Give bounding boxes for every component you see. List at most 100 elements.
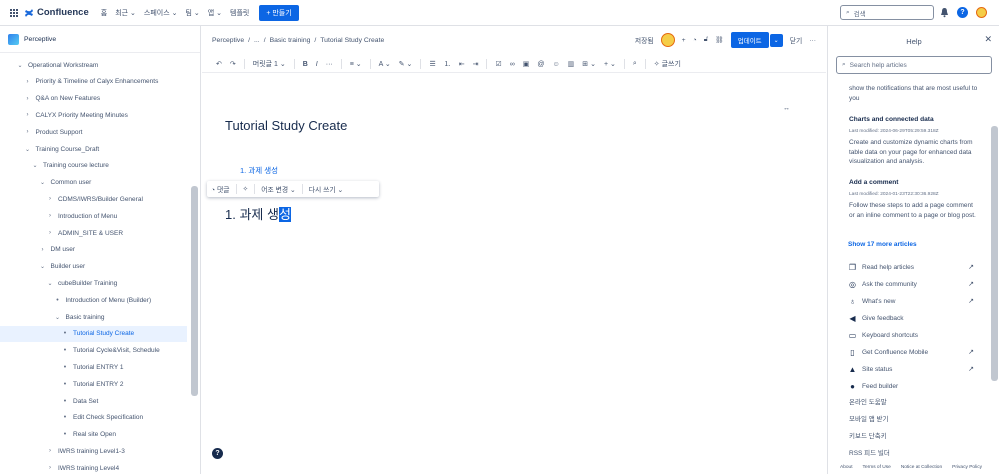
- page-title[interactable]: Tutorial Study Create: [225, 118, 347, 133]
- comment-button[interactable]: ◔ 댓글: [211, 184, 230, 194]
- help-link-item[interactable]: ● Feed builder: [848, 380, 974, 392]
- help-fab-icon[interactable]: ?: [212, 448, 223, 459]
- tree-item[interactable]: • Real site Open: [0, 427, 187, 443]
- close-button[interactable]: 닫기: [790, 35, 803, 45]
- emoji-icon[interactable]: ☺: [552, 61, 559, 68]
- keyboard-shortcuts-link[interactable]: 키보드 단축키: [849, 430, 887, 440]
- tree-item[interactable]: › IWRS training Level4: [0, 460, 187, 474]
- article-title[interactable]: Charts and connected data: [849, 115, 979, 125]
- chevron-right-icon[interactable]: ›: [24, 96, 32, 102]
- highlight-icon[interactable]: ✎ ⌄: [399, 60, 413, 68]
- tree-item[interactable]: • Edit Check Specification: [0, 410, 187, 426]
- update-button[interactable]: 업데이트: [730, 32, 769, 48]
- chevron-down-icon[interactable]: ⌄: [39, 179, 47, 186]
- nav-home[interactable]: 홈: [101, 8, 107, 18]
- image-icon[interactable]: ▣: [523, 60, 530, 68]
- show-more-articles-link[interactable]: Show 17 more articles: [848, 240, 978, 250]
- bold-icon[interactable]: B: [303, 61, 308, 68]
- mobile-app-link[interactable]: 모바일 앱 받기: [849, 413, 889, 423]
- link-insert-icon[interactable]: ∞: [510, 61, 515, 68]
- footer-link[interactable]: Notice at Collection: [901, 465, 942, 470]
- help-search-input[interactable]: ⌕ Search help articles: [836, 56, 992, 74]
- table-icon[interactable]: ⊞ ⌄: [582, 60, 596, 68]
- text-style-select[interactable]: 머릿글 1 ⌄: [253, 59, 286, 69]
- footer-link[interactable]: Terms of Use: [863, 465, 891, 470]
- tree-item[interactable]: • Tutorial ENTRY 1: [0, 359, 187, 375]
- italic-icon[interactable]: I: [316, 61, 318, 68]
- find-icon[interactable]: ⌕: [633, 60, 637, 68]
- nav-spaces[interactable]: 스페이스 ⌄: [144, 8, 178, 18]
- chevron-right-icon[interactable]: ›: [24, 79, 32, 85]
- more-actions-icon[interactable]: ···: [809, 37, 816, 44]
- rewrite-button[interactable]: 다시 쓰기 ⌄: [309, 184, 344, 194]
- bullet-list-icon[interactable]: ☰: [429, 60, 435, 68]
- restrictions-icon[interactable]: 🔓︎: [704, 36, 708, 44]
- nav-recent[interactable]: 최근 ⌄: [115, 8, 136, 18]
- tree-item[interactable]: ⌄ Builder user: [0, 259, 187, 275]
- chevron-right-icon[interactable]: ›: [46, 448, 54, 454]
- space-header[interactable]: Perceptive: [0, 26, 200, 53]
- tree-item[interactable]: › Priority & Timeline of Calyx Enhancemen…: [0, 74, 187, 90]
- page-content[interactable]: ↔ Tutorial Study Create 1. 과제 생성 ◔ 댓글 ✧ …: [202, 74, 826, 474]
- tree-item[interactable]: › Product Support: [0, 124, 187, 140]
- more-formatting-icon[interactable]: ···: [326, 61, 333, 68]
- link-icon[interactable]: ⛓︎: [715, 36, 724, 44]
- tree-item[interactable]: › Q&A on New Features: [0, 91, 187, 107]
- update-dropdown-icon[interactable]: ⌄: [769, 33, 783, 47]
- user-avatar[interactable]: [976, 7, 987, 18]
- nav-teams[interactable]: 팀 ⌄: [185, 8, 199, 18]
- tree-item[interactable]: • Introduction of Menu (Builder): [0, 292, 187, 308]
- online-help-link[interactable]: 온라인 도움말: [849, 396, 887, 406]
- tree-item[interactable]: ⌄ Common user: [0, 175, 187, 191]
- nav-templates[interactable]: 템플릿: [230, 8, 249, 18]
- breadcrumb-item[interactable]: Basic training: [270, 37, 311, 44]
- task-icon[interactable]: ☑: [495, 60, 501, 68]
- ai-write-button[interactable]: ✧ 글쓰기: [654, 59, 681, 69]
- footer-link[interactable]: Privacy Policy: [952, 465, 982, 470]
- indent-icon[interactable]: ⇥: [473, 60, 479, 68]
- footer-link[interactable]: About: [840, 465, 853, 470]
- outdent-icon[interactable]: ⇤: [459, 60, 465, 68]
- tree-item[interactable]: ⌄ Basic training: [0, 309, 187, 325]
- chevron-down-icon[interactable]: ⌄: [46, 280, 54, 287]
- breadcrumb-item[interactable]: Tutorial Study Create: [320, 37, 384, 44]
- tree-item[interactable]: ⌄ Operational Workstream: [0, 57, 187, 73]
- chevron-right-icon[interactable]: ›: [46, 213, 54, 219]
- tone-change-button[interactable]: 어조 변경 ⌄: [261, 184, 296, 194]
- global-search-input[interactable]: ⌕ 검색: [840, 5, 934, 20]
- insert-more-icon[interactable]: + ⌄: [604, 60, 616, 68]
- tree-item[interactable]: › DM user: [0, 242, 187, 258]
- tree-item[interactable]: ⌄ Training Course_Draft: [0, 141, 187, 157]
- sidebar-scrollbar[interactable]: [191, 186, 198, 396]
- tree-item[interactable]: • Data Set: [0, 393, 187, 409]
- tree-item[interactable]: • Tutorial Cycle&Visit, Schedule: [0, 343, 187, 359]
- help-link-item[interactable]: ▲ Site status ↗: [848, 363, 974, 375]
- tree-item[interactable]: › CALYX Priority Meeting Minutes: [0, 107, 187, 123]
- expand-width-icon[interactable]: ↔: [783, 105, 790, 112]
- comment-icon[interactable]: ◔: [693, 37, 697, 44]
- help-link-item[interactable]: ▭ Keyboard shortcuts: [848, 329, 974, 341]
- help-icon[interactable]: ?: [957, 7, 968, 18]
- help-link-item[interactable]: ◀ Give feedback: [848, 312, 974, 324]
- confluence-logo[interactable]: Confluence: [24, 7, 89, 18]
- help-link-item[interactable]: ◎ Ask the community ↗: [848, 278, 974, 290]
- help-link-item[interactable]: ❐ Read help articles ↗: [848, 261, 974, 273]
- app-switcher-icon[interactable]: [10, 8, 18, 17]
- invite-plus-icon[interactable]: +: [682, 37, 686, 44]
- notifications-icon[interactable]: [939, 7, 950, 18]
- help-link-item[interactable]: ♁ What's new ↗: [848, 295, 975, 307]
- close-icon[interactable]: ✕: [984, 34, 992, 45]
- tree-item-selected[interactable]: • Tutorial Study Create: [0, 325, 187, 342]
- align-icon[interactable]: ≡ ⌄: [350, 60, 362, 68]
- tree-item[interactable]: › Introduction of Menu: [0, 208, 187, 224]
- tree-item[interactable]: • Tutorial ENTRY 2: [0, 376, 187, 392]
- chevron-down-icon[interactable]: ⌄: [54, 314, 62, 321]
- nav-apps[interactable]: 앱 ⌄: [208, 8, 222, 18]
- mention-icon[interactable]: @: [537, 61, 544, 68]
- chevron-down-icon[interactable]: ⌄: [39, 263, 47, 270]
- tree-item[interactable]: › ADMIN_SITE & USER: [0, 225, 187, 241]
- chevron-right-icon[interactable]: ›: [46, 230, 54, 236]
- chevron-down-icon[interactable]: ⌄: [16, 62, 24, 69]
- tree-item[interactable]: ⌄ cubeBuilder Training: [0, 275, 187, 291]
- chevron-right-icon[interactable]: ›: [24, 129, 32, 135]
